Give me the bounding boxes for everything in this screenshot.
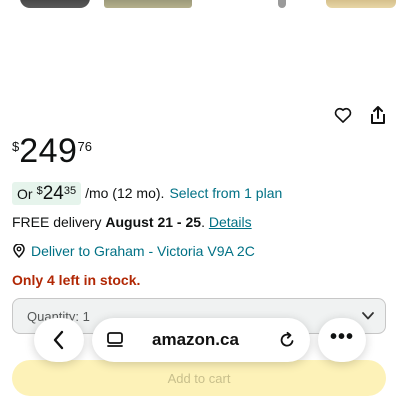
tabs-icon[interactable]	[106, 331, 124, 349]
stock-status: Only 4 left in stock.	[12, 272, 141, 288]
price-whole: 249	[19, 132, 78, 170]
location-pin-icon	[13, 244, 25, 258]
delivery-dates: August 21 - 25	[105, 214, 202, 230]
product-image-strip	[0, 0, 400, 10]
address-bar[interactable]: amazon.ca	[92, 318, 310, 362]
monthly-suffix: /mo (12 mo).	[85, 185, 165, 201]
select-plan-link[interactable]: Select from 1 plan	[169, 185, 282, 201]
delivery-details-link[interactable]: Details	[209, 214, 252, 230]
product-thumbnail[interactable]	[20, 0, 90, 8]
monthly-fraction: 35	[63, 184, 77, 197]
monthly-whole: 24	[42, 182, 64, 204]
monthly-payment-row: Or $ 24 35 /mo (12 mo). Select from 1 pl…	[12, 181, 282, 205]
delivery-info: FREE delivery August 21 - 25. Details	[12, 214, 252, 230]
share-icon[interactable]	[366, 103, 390, 127]
product-thumbnail[interactable]	[104, 0, 192, 8]
heart-icon[interactable]	[331, 103, 355, 127]
chevron-left-icon	[53, 330, 64, 350]
product-thumbnail[interactable]	[268, 0, 296, 8]
price-fraction: 76	[77, 139, 92, 154]
price: $ 249 76	[12, 134, 92, 168]
deliver-to-text: Deliver to Graham - Victoria V9A 2C	[31, 243, 255, 259]
more-icon: •••	[329, 326, 354, 348]
delivery-separator: .	[201, 214, 209, 230]
monthly-price-badge: Or $ 24 35	[12, 181, 82, 205]
back-button[interactable]	[34, 318, 84, 362]
deliver-to-link[interactable]: Deliver to Graham - Victoria V9A 2C	[12, 243, 255, 259]
delivery-prefix: FREE delivery	[12, 214, 106, 230]
add-to-cart-button[interactable]: Add to cart	[12, 360, 386, 396]
product-thumbnail[interactable]	[326, 0, 396, 8]
url-text: amazon.ca	[152, 330, 239, 349]
chevron-down-icon	[362, 312, 374, 320]
monthly-prefix: Or	[17, 185, 33, 202]
reload-icon[interactable]	[278, 331, 296, 349]
more-options-button[interactable]: •••	[318, 318, 366, 362]
price-currency: $	[12, 139, 20, 154]
